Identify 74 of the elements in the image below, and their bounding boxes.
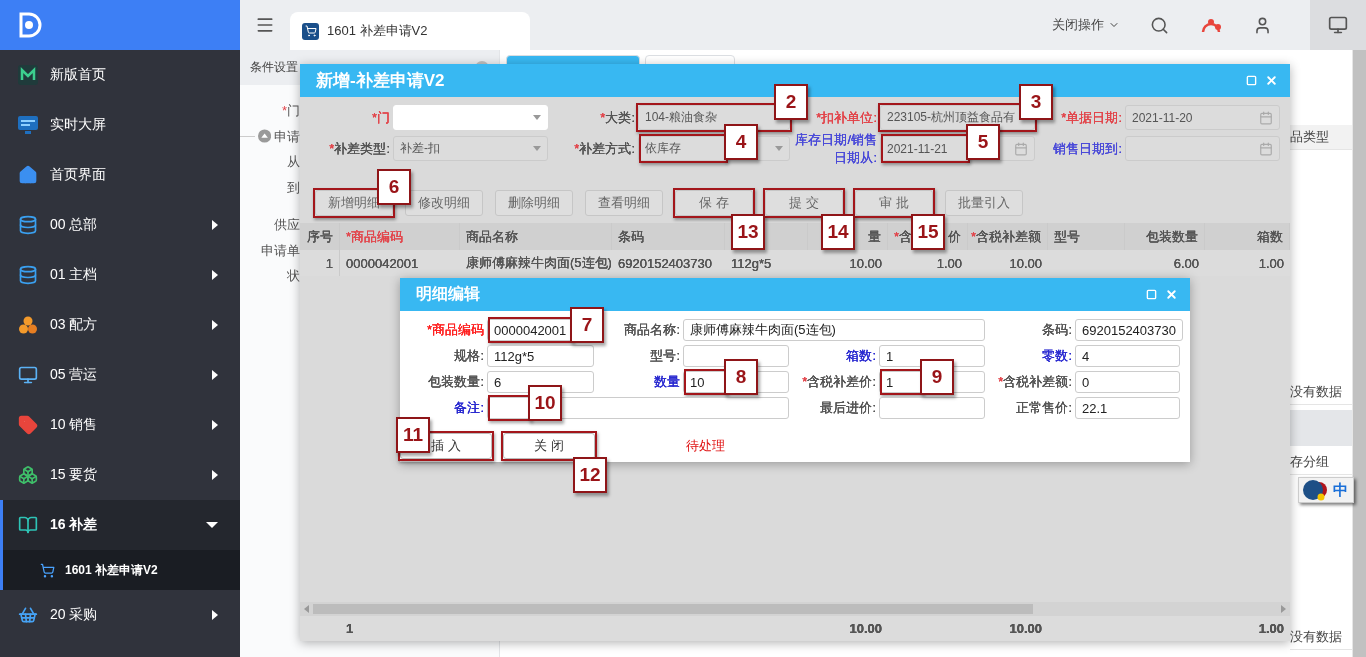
field-label: 条码: [1041,321,1073,339]
table-cell: 1.00 [1258,255,1284,271]
footer-cell: 1.00 [1258,621,1284,636]
ime-mode: 中 [1333,480,1348,500]
column-header: 价 [948,227,961,246]
field-label: *补差方式: [573,139,636,158]
callout-tooltip: 4 [724,124,758,161]
field-label: *扣补单位: [815,108,878,127]
field-label: 零数: [1041,347,1073,365]
callout-tooltip: 8 [724,359,758,395]
field-label: *单据日期: [1060,108,1123,127]
status-text: 待处理 [686,437,725,455]
dialog-title: 明细编辑 [416,284,481,304]
callout-tooltip: 5 [966,124,1000,161]
callout-tooltip: 14 [821,214,855,251]
field-label: 正常售价: [1015,399,1073,417]
callout-tooltip: 9 [920,359,954,395]
field-label: 规格: [453,347,485,365]
panel-title: 条件设置 [250,59,298,76]
footer-cell: 10.00 [849,621,882,636]
field-label: 销售日期到: [1052,139,1123,158]
callout-tooltip: 6 [377,169,411,206]
field-label: 型号: [649,347,681,365]
field-label: *含税补差额: [997,373,1073,391]
callout-tooltip: 11 [396,417,430,453]
field-label: *大类: [599,108,636,127]
form-label: 从 [287,153,300,171]
table-cell: 10.00 [849,255,882,271]
callout-tooltip: 13 [731,214,765,251]
callout-tooltip: 12 [573,457,607,493]
column-header: 序号 [307,227,333,246]
callout-tooltip: 2 [774,84,808,120]
column-header: 型号 [1054,227,1080,246]
field-label: *含税补差价: [801,373,877,391]
table-cell: 1 [325,255,333,271]
form-label: 状 [287,267,300,285]
section-title: 申请 [274,127,300,146]
field-label: 备注: [453,399,485,417]
field-label: *商品编码 [425,321,485,339]
table-cell: 6.00 [1173,255,1199,271]
column-header: 箱数 [1257,227,1283,246]
table-cell: 0000042001 [346,255,419,271]
field-label: 包装数量: [427,373,485,391]
field-label: 箱数: [845,347,877,365]
column-header: 包装数量 [1146,227,1198,246]
footer-cell: 1 [346,621,354,636]
column-header: *含税补差额 [970,227,1041,246]
callout-tooltip: 7 [570,307,604,343]
table-cell: 112g*5 [731,255,772,271]
callout-tooltip: 10 [528,385,562,421]
callout-tooltip: 3 [1019,84,1053,120]
column-header: *含 [894,227,913,246]
form-label: 供应 [274,216,300,234]
table-cell: 康师傅麻辣牛肉面(5连包) [466,254,612,273]
form-label: 到 [287,178,300,197]
column-header: 条码 [618,227,644,246]
field-label: 最后进价: [819,399,877,417]
field-label: *补差类型: [328,139,391,158]
table-cell: 1.00 [936,255,962,271]
column-header: 量 [868,227,881,246]
column-header: 品类型 [1290,125,1352,150]
field-label: 库存日期/销售日期从: [794,131,878,167]
field-label: *门 [370,108,391,127]
table-cell: 10.00 [1009,255,1042,271]
callout-tooltip: 15 [911,214,945,251]
footer-cell: 10.00 [1009,621,1042,636]
column-header: *商品编码 [346,227,404,246]
field-label: 商品名称: [623,321,681,339]
column-header: 商品名称 [466,227,518,246]
form-label: 申请单 [261,241,300,260]
dialog-title: 新增-补差申请V2 [316,70,446,92]
field-label: 数量 [653,373,681,391]
form-label: *门 [281,102,300,120]
table-cell: 6920152403730 [618,255,712,271]
